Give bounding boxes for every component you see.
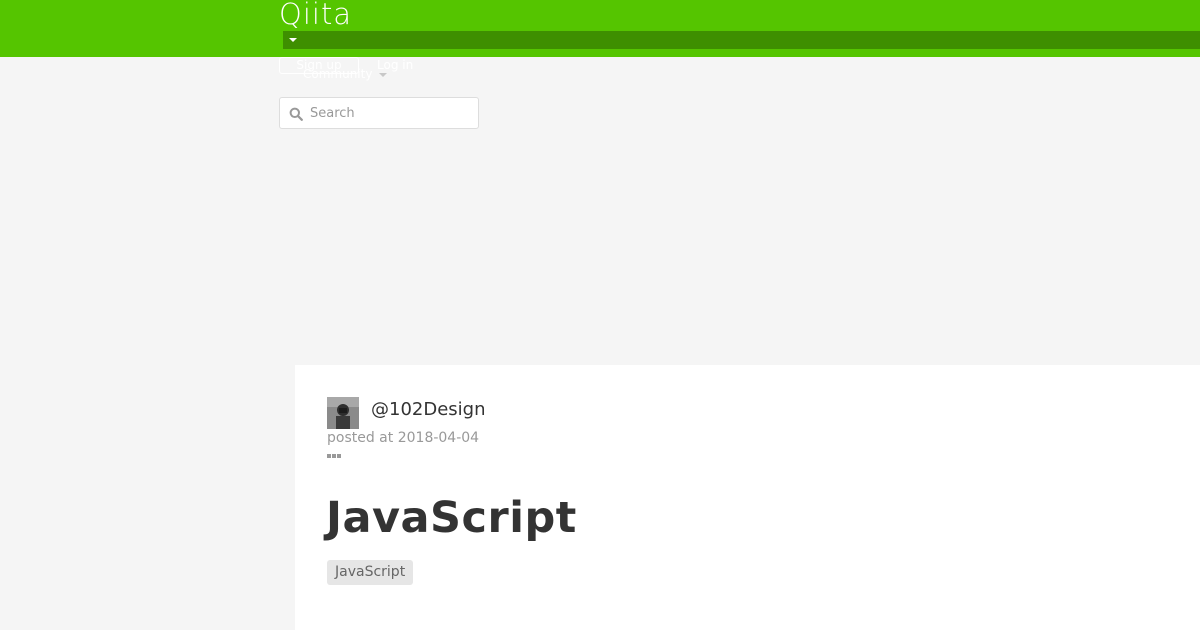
tag-javascript[interactable]: JavaScript bbox=[327, 560, 414, 585]
posted-date: 2018-04-04 bbox=[397, 430, 480, 446]
page: Qiita Sign up Log in Community @102Desig… bbox=[0, 0, 1200, 630]
qiita-logo[interactable]: Qiita bbox=[279, 0, 352, 31]
community-menu[interactable]: Community bbox=[303, 67, 372, 81]
author-name[interactable]: @102Design bbox=[371, 399, 486, 420]
site-header: Qiita bbox=[0, 0, 1200, 57]
article-card: @102Design posted at 2018-04-04 JavaScri… bbox=[295, 365, 1200, 630]
login-link[interactable]: Log in bbox=[377, 58, 413, 72]
more-dots-icon[interactable] bbox=[327, 454, 341, 458]
avatar[interactable] bbox=[327, 397, 359, 429]
article-title: JavaScript bbox=[326, 493, 577, 543]
caret-down-icon[interactable] bbox=[379, 73, 387, 77]
posted-prefix: posted at bbox=[327, 430, 394, 446]
search-box[interactable] bbox=[279, 97, 479, 129]
posted-info: posted at 2018-04-04 bbox=[327, 430, 479, 446]
search-input[interactable] bbox=[310, 102, 470, 124]
caret-down-icon[interactable] bbox=[289, 38, 297, 42]
avatar-image bbox=[327, 397, 359, 429]
search-icon bbox=[289, 107, 303, 121]
header-subbar[interactable] bbox=[283, 31, 1200, 49]
